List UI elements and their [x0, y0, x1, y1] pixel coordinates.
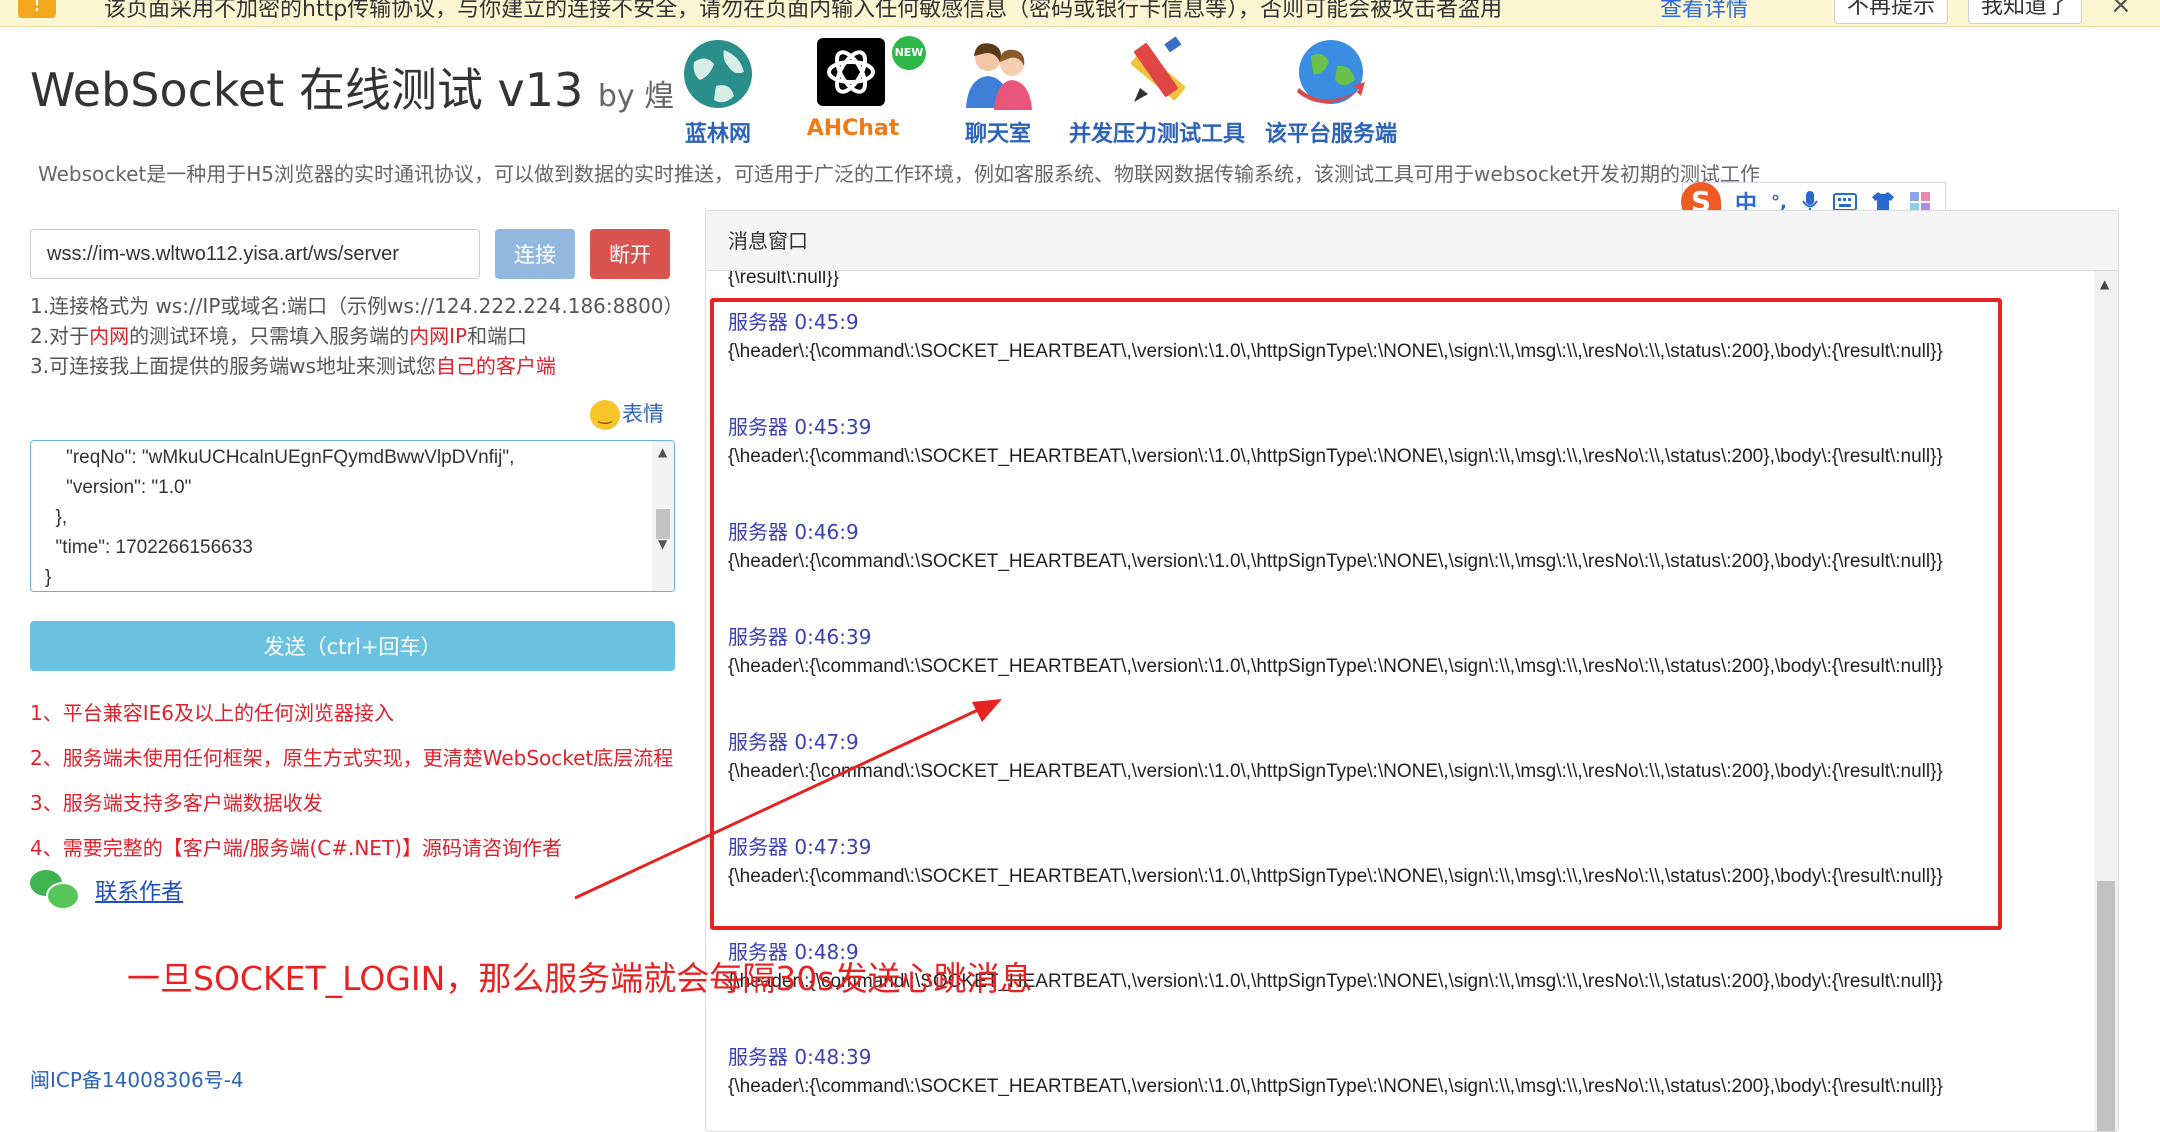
- smiley-icon: ‿: [590, 400, 620, 430]
- tip-text: 和端口: [467, 324, 528, 348]
- ws-url-input[interactable]: [30, 229, 480, 279]
- message-body: {\result\:null}}: [728, 271, 839, 288]
- tip-line-1: 1.连接格式为 ws://IP或域名:端口（示例ws://124.222.224…: [30, 294, 684, 318]
- scroll-up-arrow-icon[interactable]: ▲: [2100, 277, 2109, 291]
- message-textarea[interactable]: "reqNo": "wMkuUCHcalnUEgnFQymdBwwVlpDVnf…: [30, 440, 675, 592]
- emoji-button[interactable]: ‿ 表情: [590, 398, 664, 430]
- scroll-down-arrow-icon[interactable]: ▼: [658, 537, 667, 551]
- globe-arrow-icon: [1297, 40, 1365, 104]
- warning-icon: !: [18, 0, 56, 18]
- scrollbar-thumb[interactable]: [2097, 881, 2115, 1131]
- emoji-label: 表情: [622, 402, 664, 426]
- nav-label: 该平台服务端: [1264, 122, 1397, 147]
- tip-highlight: 内网: [89, 324, 130, 348]
- wechat-icon: [30, 870, 80, 910]
- scroll-up-arrow-icon[interactable]: ▲: [658, 445, 667, 459]
- connect-button[interactable]: 连接: [495, 229, 575, 279]
- list-item: 服务器 0:48:39 {\header\:{\command\:\SOCKET…: [728, 1042, 2098, 1102]
- nav-item-server[interactable]: 该平台服务端: [1246, 36, 1416, 148]
- tip-line-3: 3.可连接我上面提供的服务端ws地址来测试您自己的客户端: [30, 350, 556, 379]
- annotation-text: 一旦SOCKET_LOGIN，那么服务端就会每隔30s发送心跳消息: [127, 959, 1033, 998]
- tip-text: 2.对于: [30, 324, 90, 348]
- message-window-scrollbar[interactable]: ▲: [2094, 271, 2118, 1131]
- keyboard-icon[interactable]: [1832, 193, 1857, 211]
- openai-logo-icon: [817, 38, 885, 106]
- nav-item-stress-test[interactable]: 并发压力测试工具: [1069, 36, 1245, 148]
- contact-author[interactable]: 联系作者: [30, 870, 183, 910]
- send-button[interactable]: 发送（ctrl+回车）: [30, 621, 675, 671]
- scrollbar-thumb[interactable]: [656, 509, 670, 539]
- message-textarea-content: "reqNo": "wMkuUCHcalnUEgnFQymdBwwVlpDVnf…: [45, 447, 515, 588]
- list-item: {\result\:null}}: [728, 271, 2098, 293]
- icp-link[interactable]: 闽ICP备14008306号-4: [30, 1064, 244, 1093]
- nav-item-chatroom[interactable]: 聊天室: [913, 36, 1083, 148]
- pencil-ruler-icon: [1130, 36, 1186, 102]
- textarea-scrollbar[interactable]: ▲ ▼: [652, 441, 674, 591]
- disconnect-button[interactable]: 断开: [590, 229, 670, 279]
- got-it-button[interactable]: 我知道了: [1968, 0, 2083, 24]
- page-title-text: WebSocket 在线测试 v13: [30, 63, 584, 117]
- security-warning-bar: ! 该页面采用不加密的http传输协议，与你建立的连接不安全，请勿在页面内输入任…: [0, 0, 2160, 27]
- globe-icon: [684, 40, 752, 108]
- contact-author-link[interactable]: 联系作者: [95, 880, 183, 905]
- annotation-highlight-box: [710, 298, 2002, 930]
- message-time: 服务器 0:48:39: [728, 1045, 872, 1069]
- feature-item: 2、服务端未使用任何框架，原生方式实现，更清楚WebSocket底层流程: [30, 746, 674, 770]
- feature-item: 1、平台兼容IE6及以上的任何浏览器接入: [30, 701, 394, 725]
- warning-text: 该页面采用不加密的http传输协议，与你建立的连接不安全，请勿在页面内输入任何敏…: [104, 0, 1503, 22]
- view-details-link[interactable]: 查看详情: [1660, 0, 1748, 23]
- chat-people-icon: [966, 43, 1032, 110]
- page-description: Websocket是一种用于H5浏览器的实时通讯协议，可以做到数据的实时推送，可…: [38, 162, 1761, 186]
- nav-label: 并发压力测试工具: [1069, 122, 1246, 147]
- tip-highlight: 自己的客户端: [435, 354, 556, 378]
- page-title: WebSocket 在线测试 v13 by 煌: [30, 54, 674, 120]
- tip-highlight: 内网IP: [409, 324, 468, 348]
- tip-line-2: 2.对于内网的测试环境，只需填入服务端的内网IP和端口: [30, 320, 527, 349]
- tip-text: 的测试环境，只需填入服务端的: [129, 324, 410, 348]
- tip-text: 3.可连接我上面提供的服务端ws地址来测试您: [30, 354, 436, 378]
- message-body: {\header\:{\command\:\SOCKET_HEARTBEAT\,…: [728, 1076, 1943, 1097]
- nav-label: 聊天室: [964, 122, 1031, 147]
- close-icon[interactable]: ×: [2110, 0, 2132, 20]
- feature-item: 4、需要完整的【客户端/服务端(C#.NET)】源码请咨询作者: [30, 836, 562, 860]
- feature-item: 3、服务端支持多客户端数据收发: [30, 791, 323, 815]
- no-remind-button[interactable]: 不再提示: [1834, 0, 1949, 24]
- message-window-title: 消息窗口: [706, 211, 2118, 271]
